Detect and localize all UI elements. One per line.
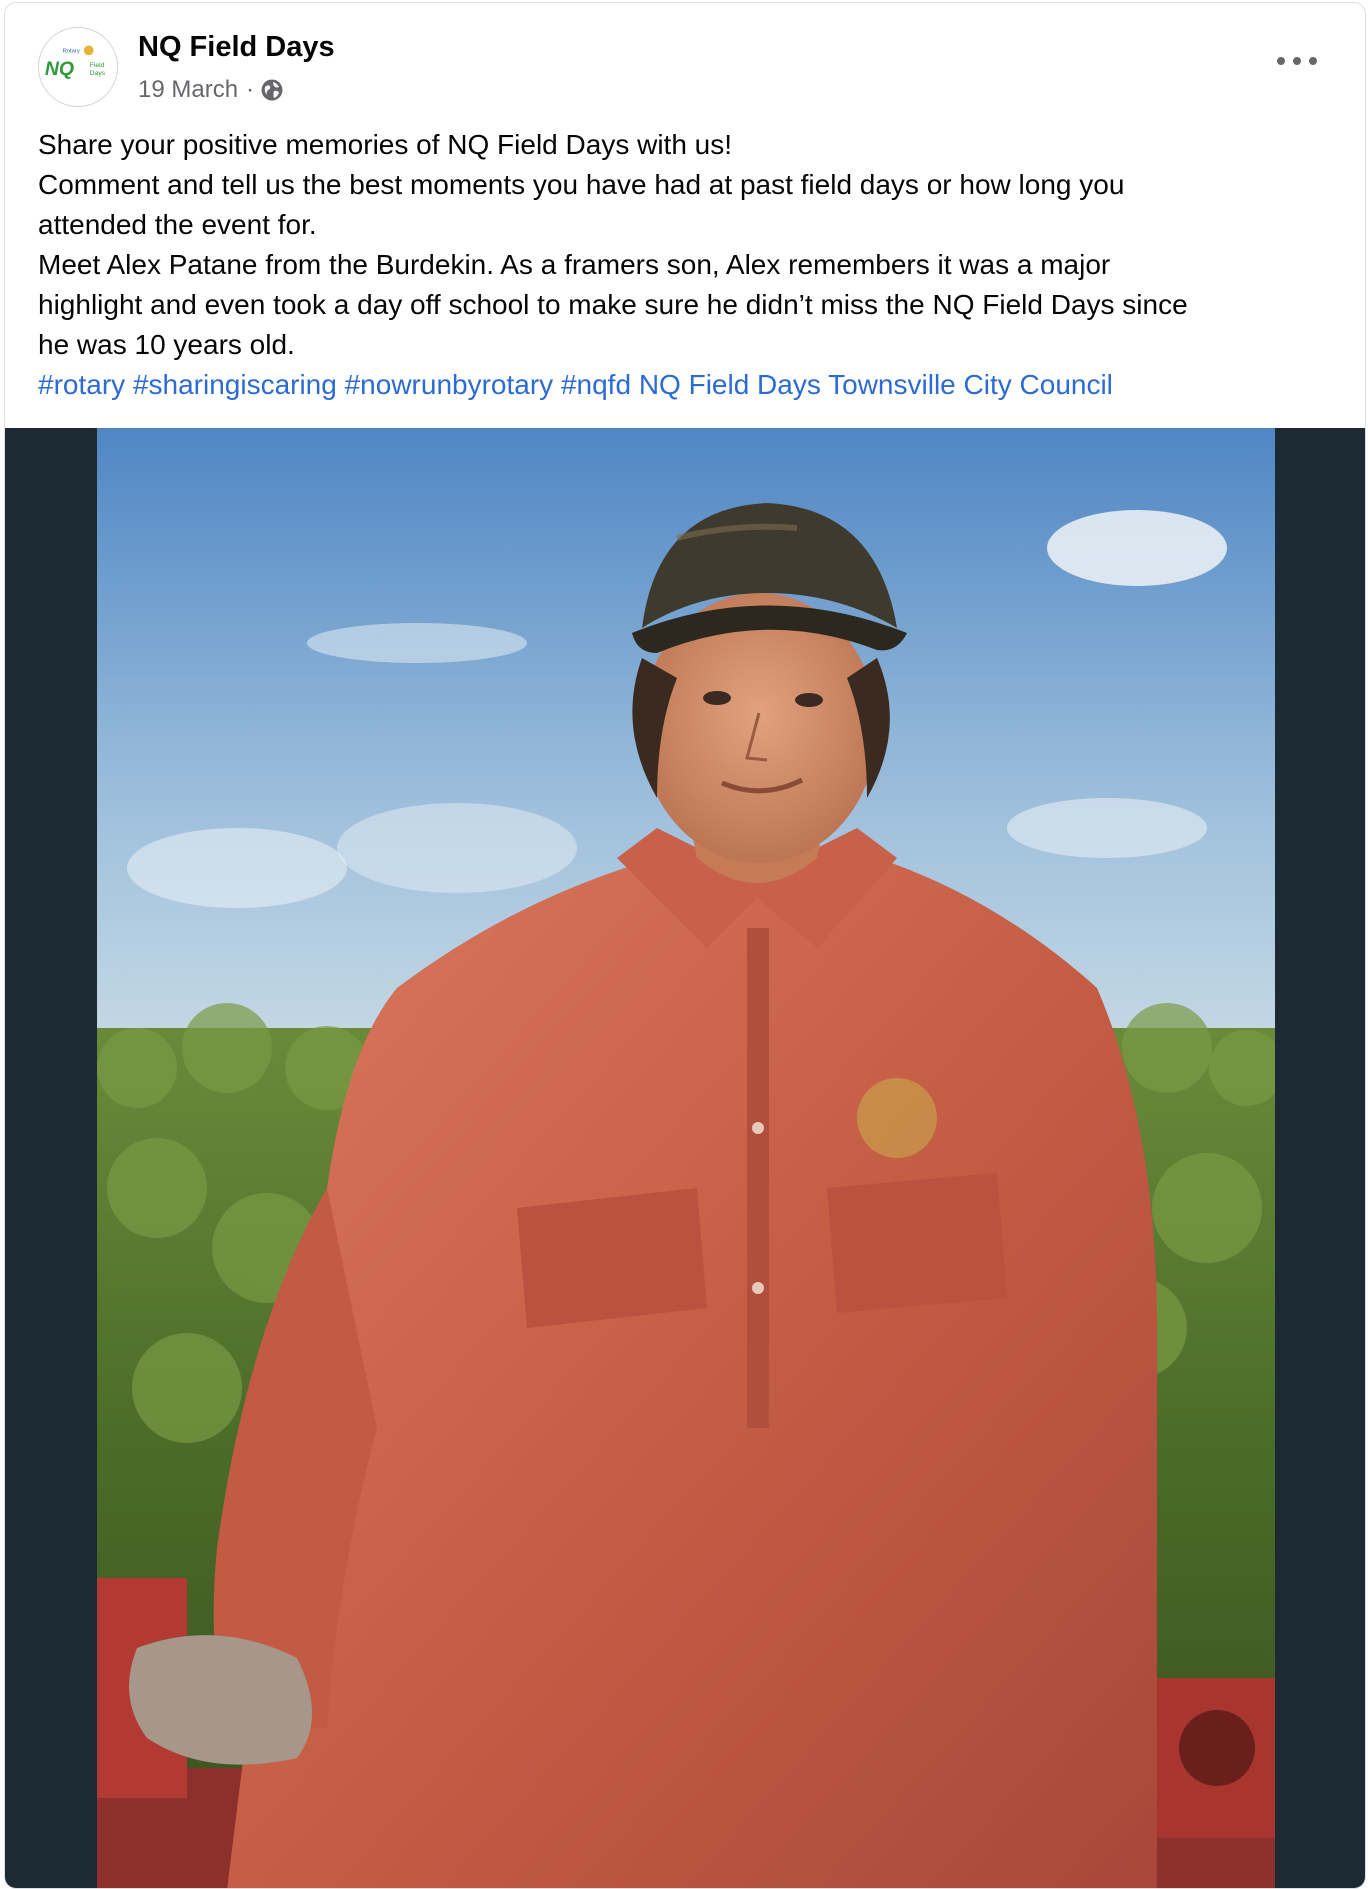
page-mention-link[interactable]: Townsville City Council (828, 369, 1113, 400)
logo-top-text: Rotary (63, 48, 80, 54)
dot (1293, 57, 1301, 65)
hashtag-link[interactable]: #rotary (38, 369, 125, 400)
post-date[interactable]: 19 March (138, 76, 238, 104)
dot (1277, 57, 1285, 65)
logo-sub-text-2: Days (90, 70, 106, 77)
post-text-line: Meet Alex Patane from the Burdekin. As a… (38, 249, 1111, 280)
post-text: Share your positive memories of NQ Field… (38, 125, 1348, 405)
logo-main-text: NQ (45, 58, 74, 80)
dot (1309, 57, 1317, 65)
hashtag-link[interactable]: #nowrunbyrotary (345, 369, 554, 400)
hashtags-line: #rotary #sharingiscaring #nowrunbyrotary… (38, 365, 1348, 405)
post-meta: 19 March · (138, 76, 284, 104)
post-text-line: attended the event for. (38, 209, 317, 240)
hashtag-link[interactable]: #sharingiscaring (133, 369, 337, 400)
post-text-line: Share your positive memories of NQ Field… (38, 129, 733, 160)
page-avatar[interactable]: Rotary NQ Field Days (38, 27, 118, 107)
rotary-wheel-icon (83, 45, 94, 56)
hashtag-link[interactable]: #nqfd (561, 369, 631, 400)
page-mention-link[interactable]: NQ Field Days (639, 369, 821, 400)
globe-icon[interactable] (260, 78, 284, 102)
farmer-photo-illustration (97, 428, 1275, 1888)
page-name-link[interactable]: NQ Field Days (138, 31, 335, 64)
nq-field-days-logo: Rotary NQ Field Days (39, 28, 117, 106)
logo-sub-text-1: Field (90, 62, 105, 69)
more-options-ellipsis-icon[interactable] (1277, 51, 1317, 71)
shirt-logo (857, 1078, 937, 1158)
meta-separator: · (246, 76, 255, 103)
post-header: Rotary NQ Field Days NQ Field Days 19 Ma… (5, 3, 1365, 123)
photo-container (5, 428, 1365, 1888)
post-text-line: Comment and tell us the best moments you… (38, 169, 1125, 200)
post-text-line: highlight and even took a day off school… (38, 289, 1188, 320)
post-card: Rotary NQ Field Days NQ Field Days 19 Ma… (4, 2, 1366, 1889)
post-text-line: he was 10 years old. (38, 329, 295, 360)
post-photo[interactable] (97, 428, 1275, 1888)
